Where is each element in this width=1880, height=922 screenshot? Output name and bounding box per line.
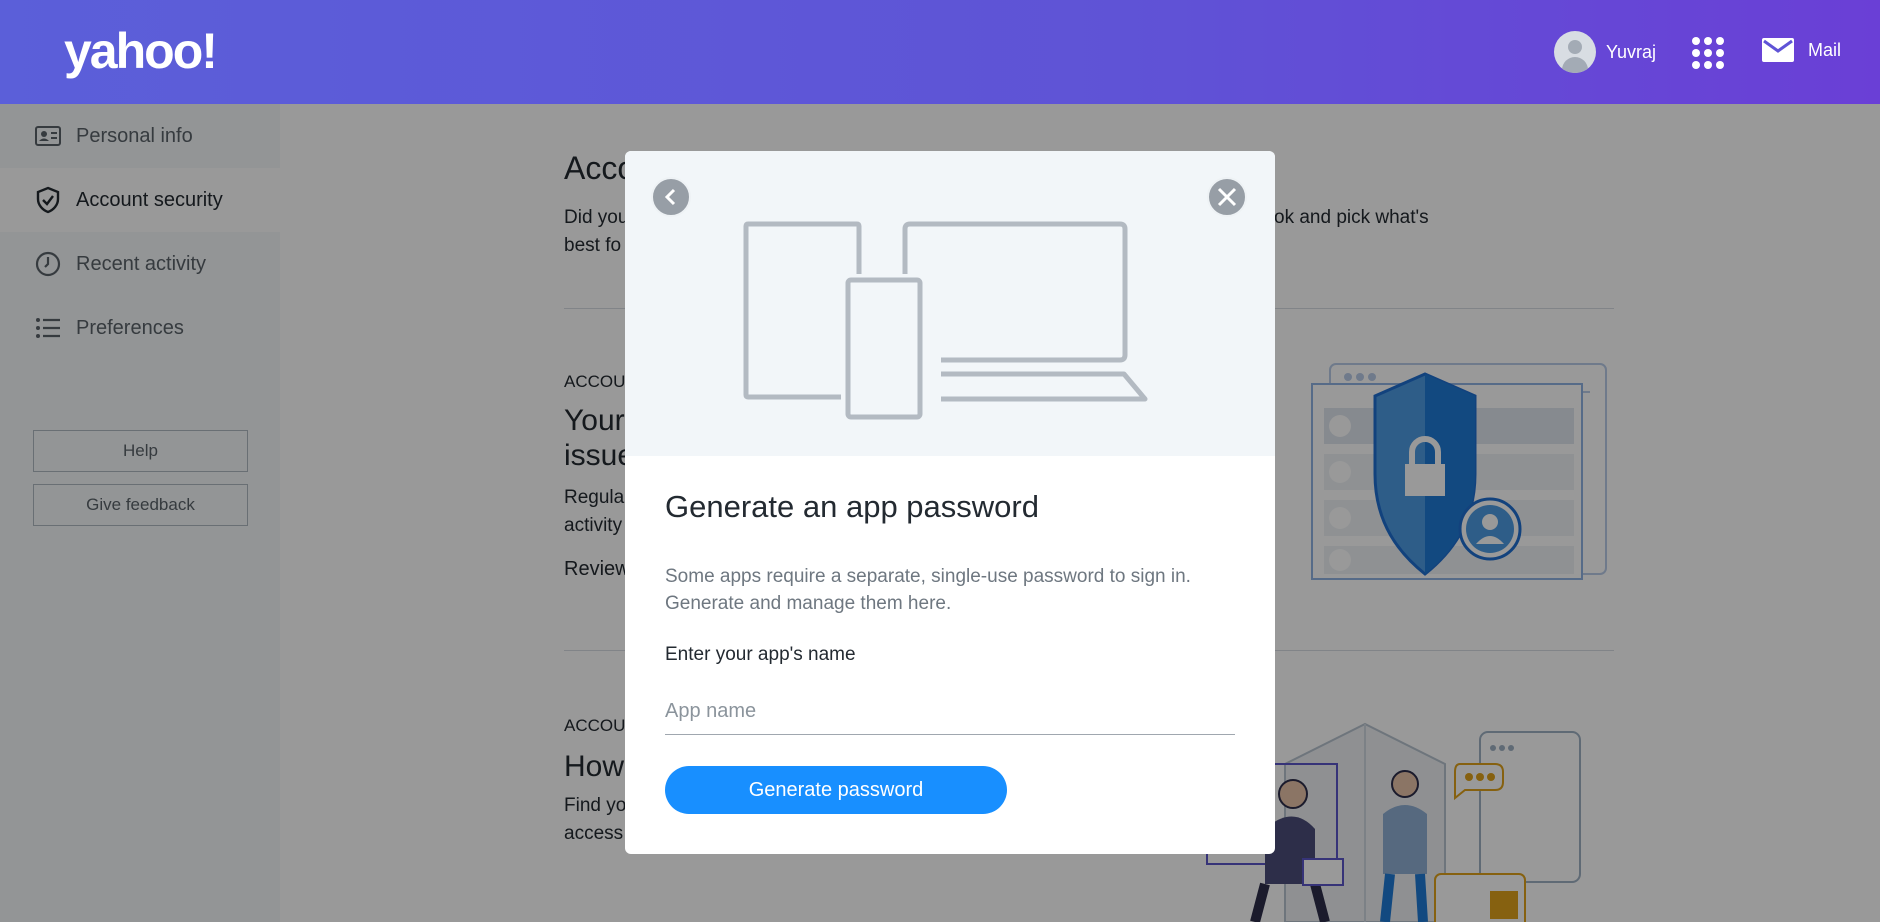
modal-title: Generate an app password <box>665 489 1039 524</box>
back-button[interactable] <box>651 177 691 217</box>
user-menu[interactable]: Yuvraj <box>1554 31 1656 73</box>
generate-password-button[interactable]: Generate password <box>665 766 1007 814</box>
modal-description: Some apps require a separate, single-use… <box>665 566 1191 614</box>
yahoo-logo[interactable]: yahoo! <box>64 22 218 80</box>
apps-grid-icon[interactable] <box>1692 37 1724 69</box>
mail-icon <box>1762 38 1794 62</box>
mail-label[interactable]: Mail <box>1808 40 1841 61</box>
chevron-left-icon <box>664 188 676 206</box>
app-name-label: Enter your app's name <box>665 644 856 665</box>
avatar[interactable] <box>1554 31 1596 73</box>
mail-link[interactable]: Mail <box>1762 38 1841 62</box>
modal-hero <box>625 151 1275 456</box>
close-button[interactable] <box>1207 177 1247 217</box>
top-header: yahoo! Yuvraj Mail <box>0 0 1880 104</box>
close-icon <box>1217 187 1237 207</box>
user-name[interactable]: Yuvraj <box>1606 42 1656 63</box>
app-name-input[interactable] <box>665 689 1235 735</box>
app-password-modal: Generate an app password Some apps requi… <box>625 151 1275 854</box>
devices-illustration <box>743 221 1148 420</box>
